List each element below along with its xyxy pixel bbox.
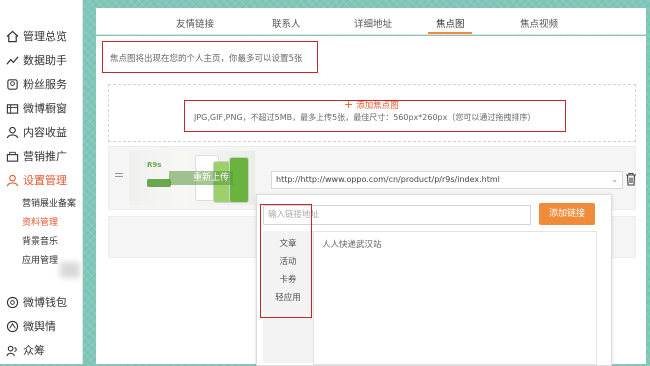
nav-item-crowdfunding[interactable]: 众筹 bbox=[6, 340, 45, 360]
result-item[interactable]: 人人快递武汉站 bbox=[322, 238, 382, 250]
nav-label: 管理总览 bbox=[23, 30, 67, 43]
fans-icon bbox=[7, 78, 18, 90]
store-icon bbox=[6, 103, 19, 114]
nav-label: 微博钱包 bbox=[23, 296, 67, 309]
thumb-buy-badge bbox=[147, 179, 171, 187]
active-tab-indicator bbox=[428, 32, 472, 34]
nav-label: 设置管理 bbox=[23, 174, 67, 187]
tab-address[interactable]: 详细地址 bbox=[354, 16, 392, 30]
tab-focus-videos[interactable]: 焦点视频 bbox=[520, 16, 558, 30]
nav-label: 数据助手 bbox=[23, 54, 67, 67]
highlight-box-notice bbox=[102, 41, 318, 73]
nav-item-wallet[interactable]: 微博钱包 bbox=[6, 292, 67, 312]
megaphone-icon bbox=[6, 151, 19, 162]
chevron-down-icon: ⌄ bbox=[611, 175, 618, 184]
nav-item-settings[interactable]: 设置管理 bbox=[6, 170, 67, 190]
blurred-region bbox=[60, 262, 80, 278]
nav-label: 内容收益 bbox=[23, 126, 67, 139]
highlight-box-categories bbox=[260, 204, 312, 318]
opinion-icon bbox=[6, 320, 19, 332]
settings-person-icon bbox=[6, 174, 19, 186]
main-content: 焦点图将出现在您的个人主页，你最多可以设置5张 + 添加焦点图 JPG,GIF,P… bbox=[96, 36, 646, 366]
thumb-brand-mark: R9s bbox=[147, 161, 162, 169]
link-result-pane: 人人快递武汉站 bbox=[313, 231, 597, 365]
tab-friend-links[interactable]: 友情链接 bbox=[176, 16, 214, 30]
trend-icon bbox=[6, 55, 19, 65]
nav-item-opinion[interactable]: 微舆情 bbox=[6, 316, 56, 336]
nav-item-marketing[interactable]: 营销推广 bbox=[6, 146, 67, 166]
nav-label: 粉丝服务 bbox=[23, 78, 67, 91]
reupload-button[interactable]: 重新上传 bbox=[169, 171, 233, 185]
link-url-select[interactable]: http://http://www.oppo.com/cn/product/p/… bbox=[271, 171, 623, 189]
tab-focus-images[interactable]: 焦点图 bbox=[436, 16, 465, 30]
nav-item-revenue[interactable]: 内容收益 bbox=[6, 122, 67, 142]
add-link-button[interactable]: 添加链接 bbox=[539, 203, 595, 225]
drag-handle-icon[interactable] bbox=[115, 173, 123, 179]
person-icon bbox=[6, 126, 19, 138]
link-url-value: http://http://www.oppo.com/cn/product/p/… bbox=[276, 175, 500, 184]
nav-label: 微舆情 bbox=[23, 320, 56, 333]
sub-item-filing[interactable]: 营销展业备案 bbox=[22, 196, 76, 209]
home-icon bbox=[6, 30, 19, 42]
nav-label: 众筹 bbox=[23, 344, 45, 357]
sidebar: 管理总览 数据助手 粉丝服务 微博橱窗 内容收益 营销推广 设置管理 营销展业备… bbox=[0, 0, 83, 364]
sub-item-profile[interactable]: 资料管理 bbox=[22, 215, 58, 228]
focus-image-thumbnail: R9s 重新上传 bbox=[129, 151, 255, 205]
nav-item-fans[interactable]: 粉丝服务 bbox=[6, 74, 67, 94]
sub-item-apps[interactable]: 应用管理 bbox=[22, 253, 58, 266]
highlight-box-spec bbox=[184, 100, 566, 132]
wallet-icon bbox=[6, 296, 19, 308]
nav-item-overview[interactable]: 管理总览 bbox=[6, 26, 67, 46]
crowd-icon bbox=[6, 345, 17, 356]
sub-item-music[interactable]: 背景音乐 bbox=[22, 234, 58, 247]
trash-icon[interactable] bbox=[625, 172, 637, 186]
nav-label: 微博橱窗 bbox=[23, 102, 67, 115]
tab-bar: 友情链接 联系人 详细地址 焦点图 焦点视频 bbox=[96, 8, 646, 35]
tab-contacts[interactable]: 联系人 bbox=[272, 16, 301, 30]
nav-item-store[interactable]: 微博橱窗 bbox=[6, 98, 67, 118]
nav-label: 营销推广 bbox=[23, 150, 67, 163]
nav-item-data[interactable]: 数据助手 bbox=[6, 50, 67, 70]
